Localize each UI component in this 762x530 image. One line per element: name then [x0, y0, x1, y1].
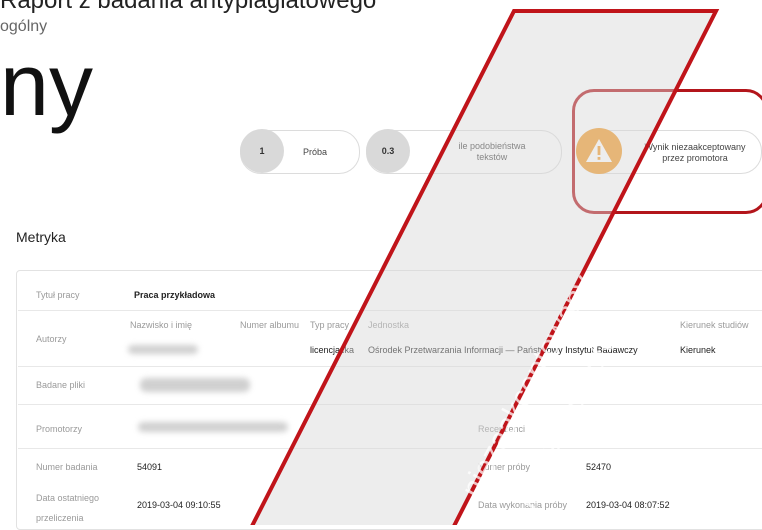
report-title: Raport z badania antyplagiatowego — [0, 0, 377, 14]
row-divider — [18, 310, 762, 311]
similarity-pill: 0.3 ile podobieństwa tekstów — [366, 129, 562, 174]
similarity-label: ile podobieństwa tekstów — [437, 141, 547, 163]
similarity-value: 0.3 — [366, 129, 410, 173]
similarity-label-line2: tekstów — [476, 152, 508, 162]
title-value: Praca przykładowa — [134, 290, 216, 300]
attempt-number-label: Numer próby — [478, 462, 531, 472]
last-calc-label-line2: przeliczenia — [36, 513, 84, 523]
similarity-label-line1: ile podobieństwa — [458, 141, 526, 151]
row-divider — [18, 404, 762, 405]
promoters-label: Promotorzy — [36, 424, 83, 434]
title-label: Tytuł pracy — [36, 290, 80, 300]
attempt-label: Próba — [303, 147, 328, 157]
last-calc-value: 2019-03-04 09:10:55 — [137, 500, 221, 510]
author-field: Kierunek — [680, 345, 716, 355]
report-subtitle: ogólny — [0, 18, 48, 35]
promoters-redacted — [138, 422, 288, 432]
row-divider — [18, 366, 762, 367]
exam-number-value: 54091 — [137, 462, 163, 472]
section-title: Metryka — [16, 229, 66, 245]
attempt-date-value: 2019-03-04 08:07:52 — [586, 500, 670, 510]
files-redacted — [140, 378, 250, 392]
reviewers-label: Recenzenci — [478, 424, 526, 434]
attempt-number-value: 52470 — [586, 462, 612, 472]
row-divider — [18, 448, 762, 449]
col-name: Nazwisko i imię — [130, 320, 193, 330]
result-highlight-frame — [572, 89, 762, 214]
col-unit: Jednostka — [368, 320, 410, 330]
col-type: Typ pracy — [310, 320, 350, 330]
attempt-count: 1 — [240, 129, 284, 173]
authors-label: Autorzy — [36, 334, 67, 344]
metrics-table — [16, 270, 762, 530]
author-unit: Ośrodek Przetwarzania Informacji — Państ… — [368, 345, 638, 355]
author-type: licencjacka — [310, 345, 355, 355]
large-title-fragment: ny — [0, 35, 93, 134]
last-calc-label: Data ostatniego przeliczenia — [36, 488, 99, 528]
attempt-date-label: Data wykonania próby — [478, 500, 568, 510]
author-name-redacted — [128, 345, 198, 354]
last-calc-label-line1: Data ostatniego — [36, 493, 100, 503]
col-field: Kierunek studiów — [680, 320, 749, 330]
exam-number-label: Numer badania — [36, 462, 98, 472]
attempt-pill: 1 Próba — [240, 129, 360, 174]
col-album: Numer albumu — [240, 320, 300, 330]
files-label: Badane pliki — [36, 380, 86, 390]
